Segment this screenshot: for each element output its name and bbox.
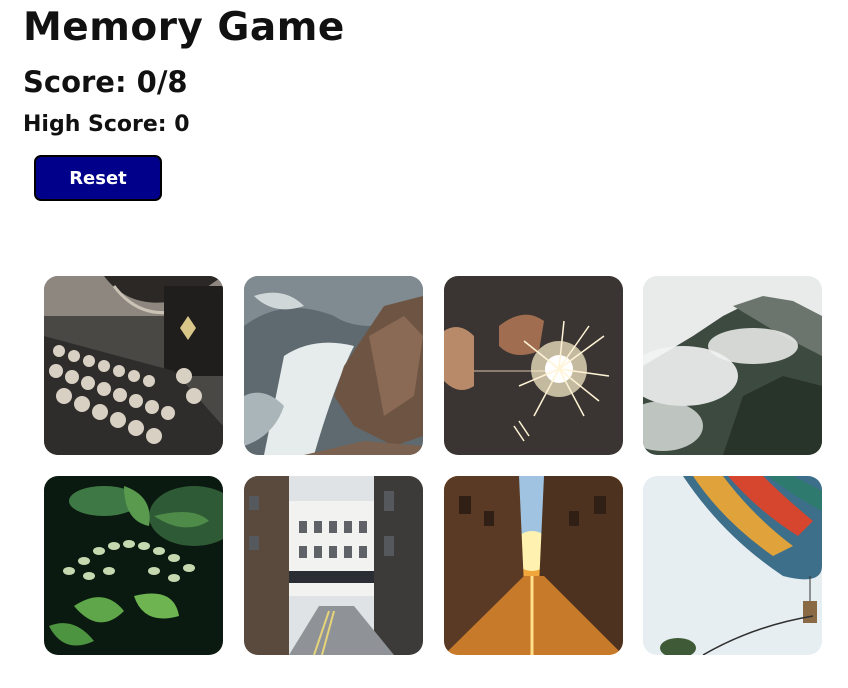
card-sparkler[interactable] xyxy=(444,276,623,455)
high-score-display: High Score: 0 xyxy=(23,112,190,137)
ocean-waves-image xyxy=(244,276,423,455)
city-street-image xyxy=(244,476,423,655)
green-plant-image xyxy=(44,476,223,655)
card-sunset-alley[interactable] xyxy=(444,476,623,655)
page-title: Memory Game xyxy=(23,5,345,50)
card-green-plant[interactable] xyxy=(44,476,223,655)
sunset-alley-image xyxy=(444,476,623,655)
hot-air-balloon-image xyxy=(643,476,822,655)
sparkler-image xyxy=(444,276,623,455)
card-city-street[interactable] xyxy=(244,476,423,655)
card-misty-mountain[interactable] xyxy=(643,276,822,455)
card-hot-air-balloon[interactable] xyxy=(643,476,822,655)
typewriter-image xyxy=(44,276,223,455)
reset-button[interactable]: Reset xyxy=(34,155,162,201)
misty-mountain-image xyxy=(643,276,822,455)
score-display: Score: 0/8 xyxy=(23,65,188,99)
card-typewriter[interactable] xyxy=(44,276,223,455)
card-ocean-waves[interactable] xyxy=(244,276,423,455)
